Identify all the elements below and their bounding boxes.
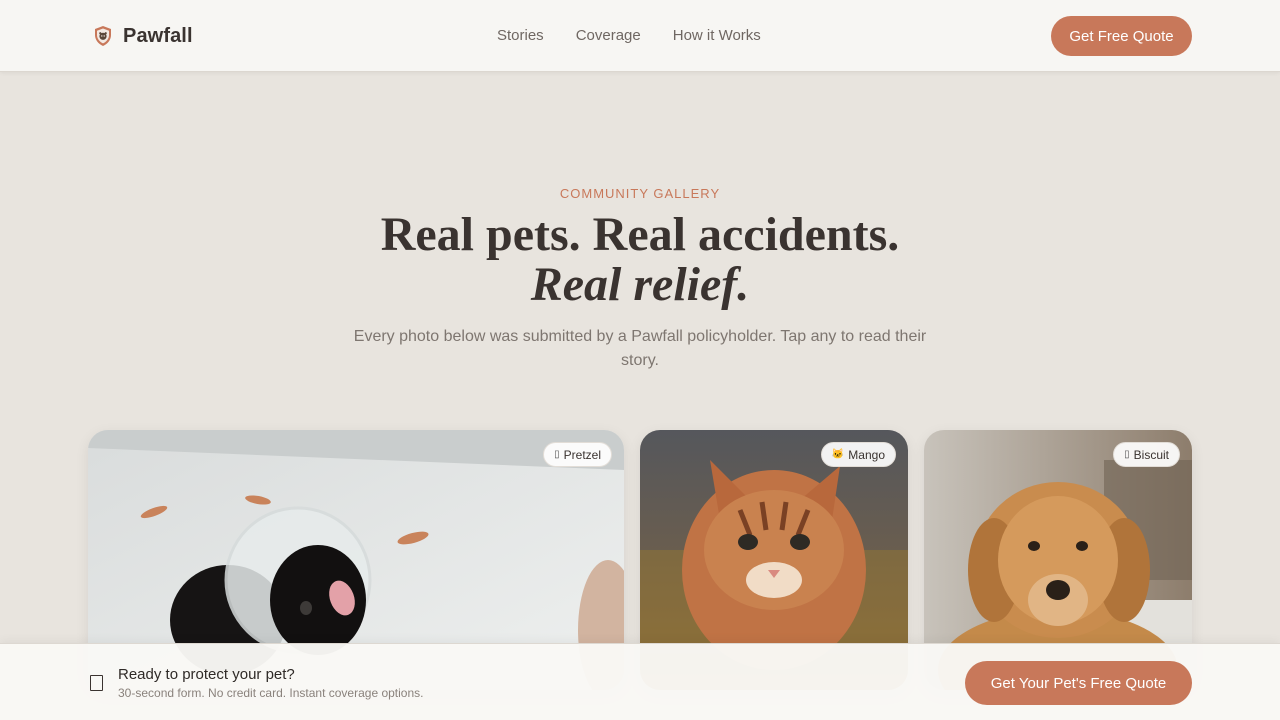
nav-link-coverage[interactable]: Coverage	[576, 27, 641, 44]
pet-name-badge: ▯ Biscuit	[1113, 442, 1180, 467]
cat-icon: 🐱	[831, 449, 845, 460]
dog-icon: ▯	[554, 449, 560, 460]
quote-bar-subtitle: 30-second form. No credit card. Instant …	[118, 686, 424, 700]
section-eyebrow: COMMUNITY GALLERY	[559, 186, 721, 201]
document-icon	[90, 675, 103, 691]
get-pet-free-quote-button[interactable]: Get Your Pet's Free Quote	[965, 661, 1192, 705]
hero-subtitle: Every photo below was submitted by a Paw…	[353, 328, 927, 369]
nav-link-how-it-works[interactable]: How it Works	[673, 27, 761, 44]
nav-link-stories[interactable]: Stories	[497, 27, 544, 44]
dog-icon: ▯	[1124, 449, 1130, 460]
shield-paw-logo-icon	[95, 26, 111, 46]
main-nav: Stories Coverage How it Works	[497, 27, 761, 44]
get-free-quote-button[interactable]: Get Free Quote	[1051, 16, 1192, 56]
pet-name-badge: ▯ Pretzel	[543, 442, 612, 467]
brand-name: Pawfall	[123, 24, 193, 47]
brand[interactable]: Pawfall	[91, 24, 193, 48]
sticky-quote-bar: Ready to protect your pet? 30-second for…	[0, 643, 1280, 720]
pet-name-label: Pretzel	[563, 447, 601, 462]
quote-bar-title: Ready to protect your pet?	[118, 666, 295, 683]
pet-name-badge: 🐱 Mango	[820, 442, 896, 467]
pet-name-label: Mango	[848, 447, 885, 462]
page-headline: Real pets. Real accidents. Real relief.	[0, 210, 1280, 310]
pet-name-label: Biscuit	[1133, 447, 1169, 462]
headline-line-1: Real pets. Real accidents.	[380, 208, 900, 261]
headline-line-2: Real relief.	[530, 258, 750, 311]
site-header: Pawfall Stories Coverage How it Works Ge…	[0, 0, 1280, 72]
